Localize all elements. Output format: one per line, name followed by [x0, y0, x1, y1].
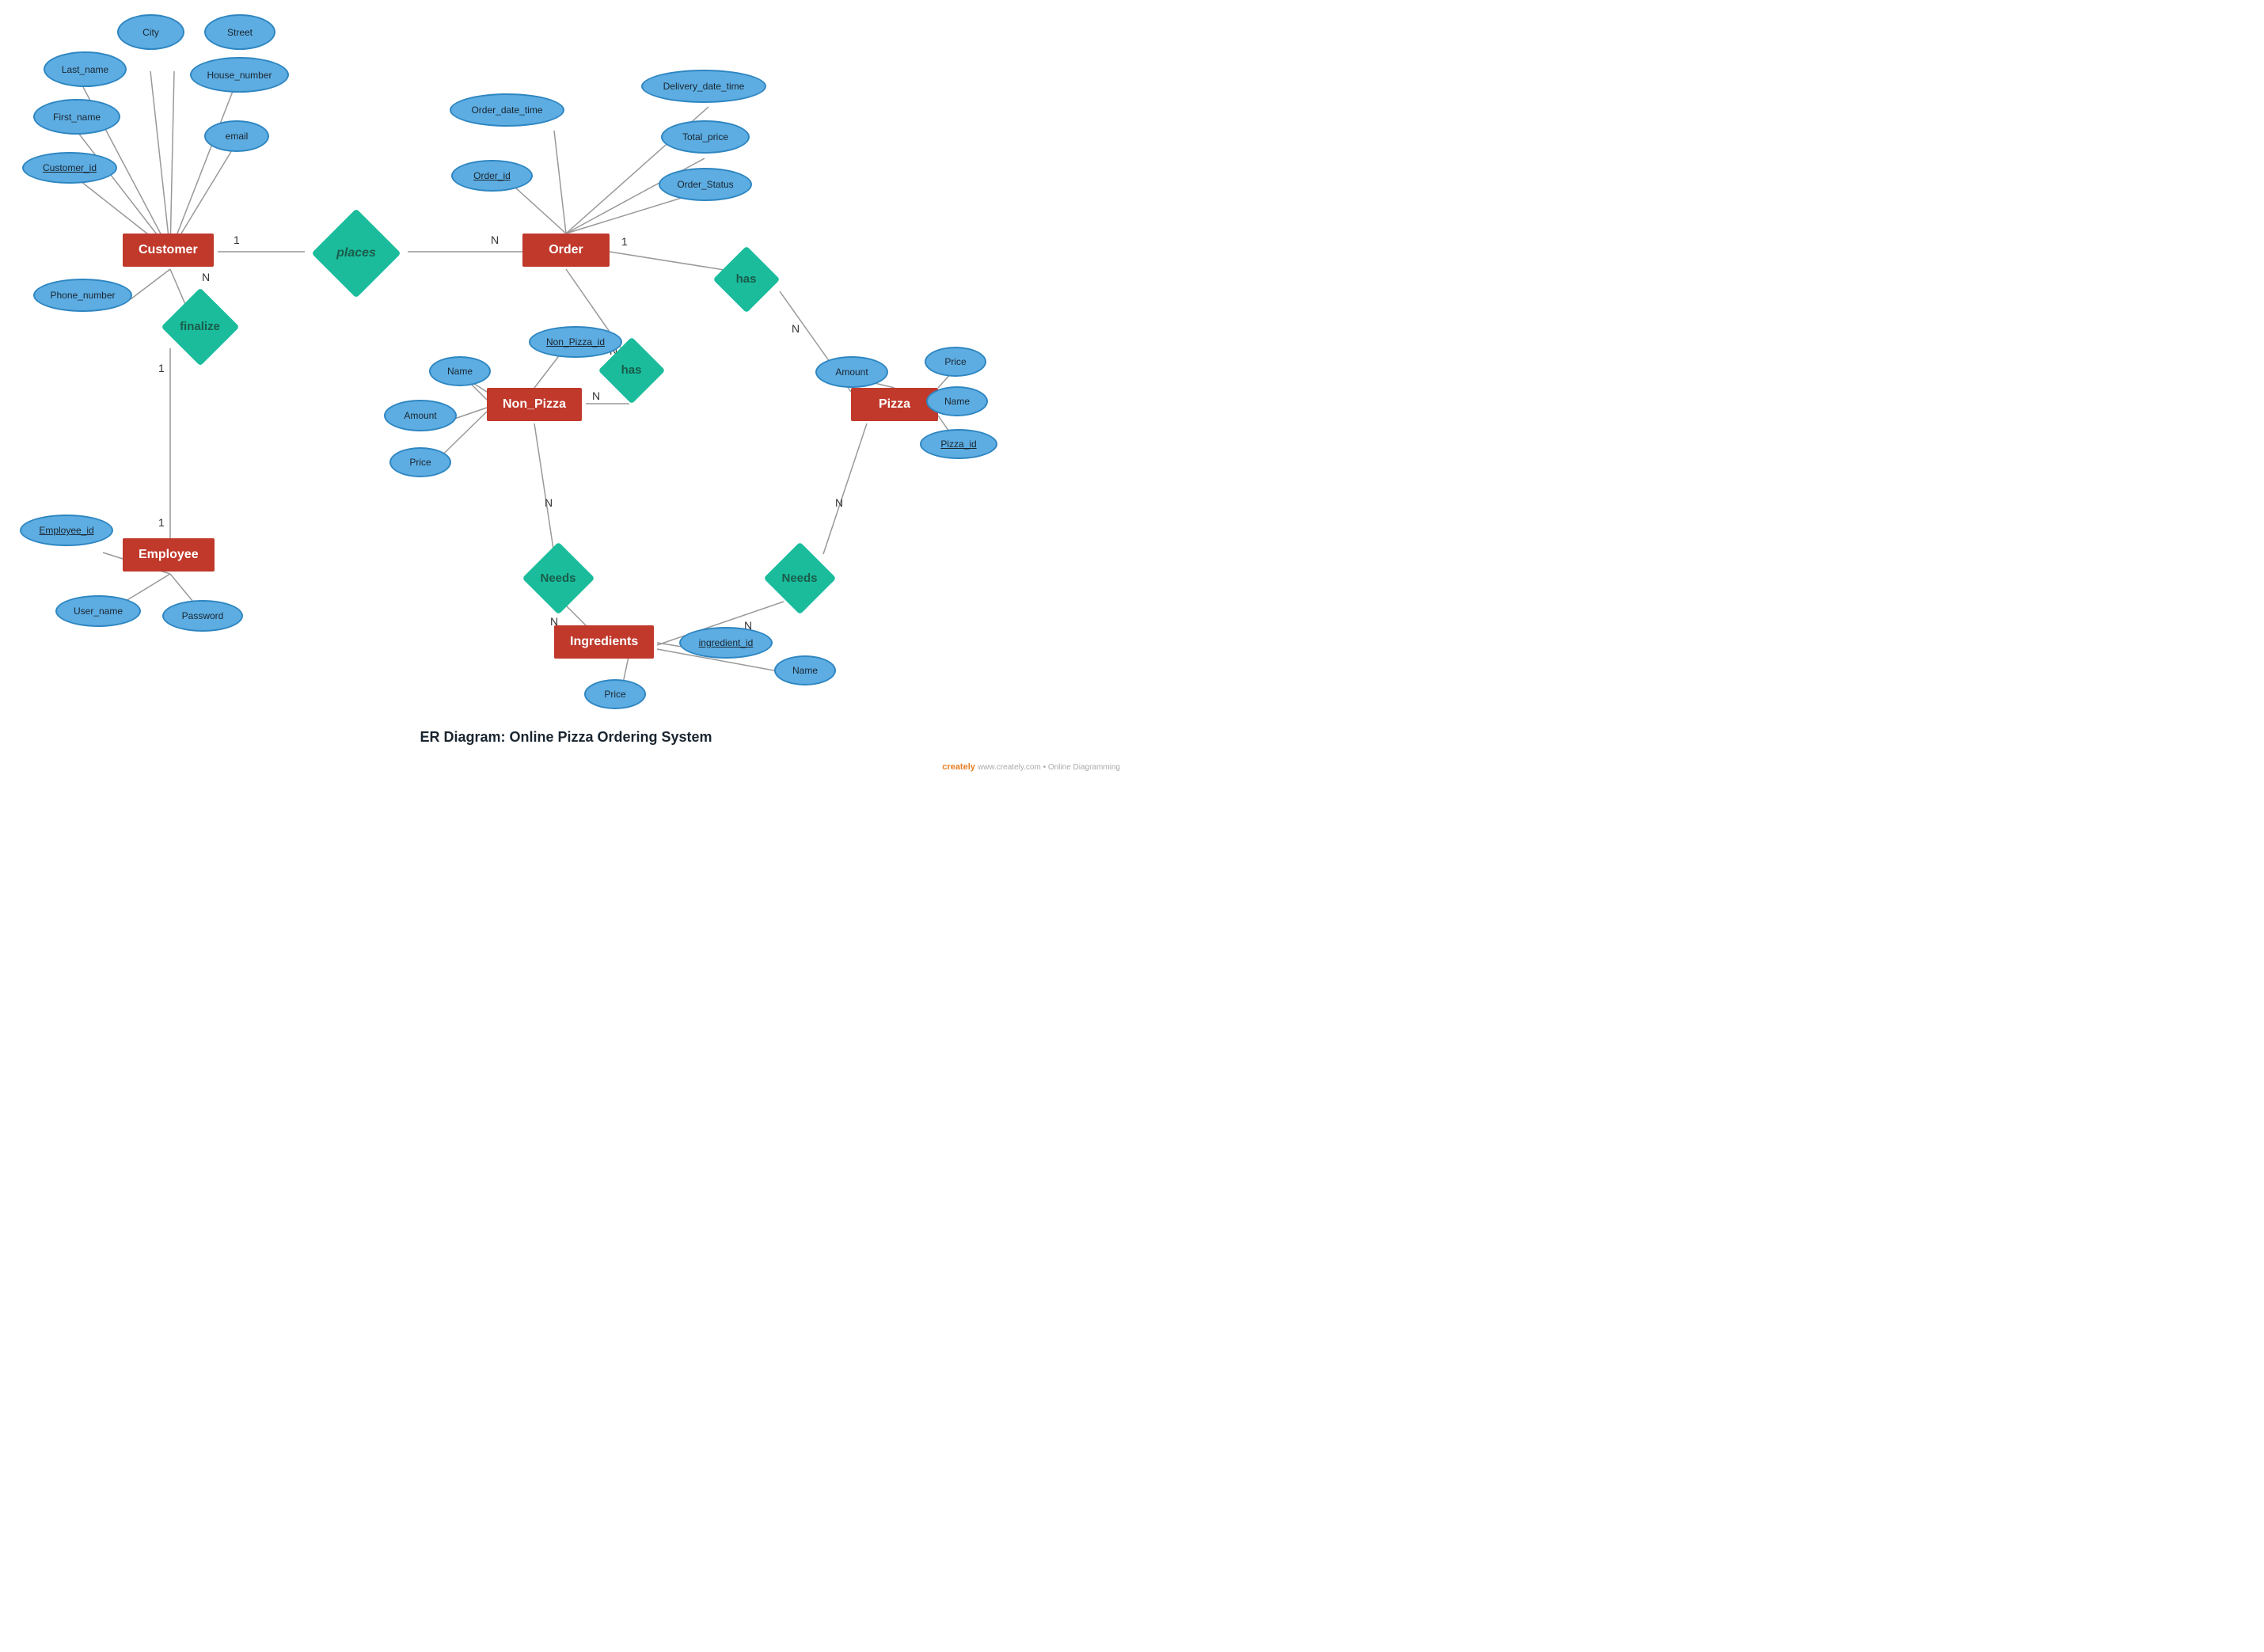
- attr-orderid: Order_id: [451, 160, 533, 192]
- attr-lastname: Last_name: [44, 51, 127, 87]
- entity-order: Order: [522, 234, 610, 267]
- attr-city: City: [117, 14, 184, 50]
- diagram-title: ER Diagram: Online Pizza Ordering System: [0, 729, 1132, 746]
- attr-price-nonpizza: Price: [389, 447, 451, 477]
- svg-text:N: N: [792, 322, 800, 335]
- attr-amount-nonpizza: Amount: [384, 400, 457, 431]
- attr-street: Street: [204, 14, 275, 50]
- attr-password: Password: [162, 600, 243, 632]
- attr-amount-pizza: Amount: [815, 356, 888, 388]
- diamond-finalize: finalize: [154, 305, 245, 348]
- attr-price-pizza: Price: [925, 347, 986, 377]
- attr-ingredientid: ingredient_id: [679, 627, 773, 659]
- attr-housenumber: House_number: [190, 57, 289, 93]
- attr-deliverydatetime: Delivery_date_time: [641, 70, 766, 103]
- entity-customer: Customer: [123, 234, 214, 267]
- attr-nonpizzaid: Non_Pizza_id: [529, 326, 622, 358]
- attr-name-nonpizza: Name: [429, 356, 491, 386]
- entity-ingredients: Ingredients: [554, 625, 654, 659]
- svg-text:1: 1: [158, 362, 165, 374]
- entity-employee: Employee: [123, 538, 215, 572]
- attr-price-ingredients: Price: [584, 679, 646, 709]
- svg-text:1: 1: [621, 235, 628, 248]
- entity-pizza: Pizza: [851, 388, 938, 421]
- attr-employeeid: Employee_id: [20, 515, 113, 546]
- diamond-has1: has: [712, 257, 780, 301]
- svg-text:N: N: [491, 234, 499, 246]
- attr-customerid: Customer_id: [22, 152, 117, 184]
- svg-text:1: 1: [158, 516, 165, 529]
- diamond-places: places: [305, 230, 408, 277]
- attr-pizzaid: Pizza_id: [920, 429, 997, 459]
- attr-email: email: [204, 120, 269, 152]
- diamond-has2: has: [598, 348, 665, 392]
- diamond-needs1: Needs: [519, 554, 598, 602]
- diamond-needs2: Needs: [760, 554, 839, 602]
- creately-logo: creately www.creately.com • Online Diagr…: [942, 762, 1120, 772]
- attr-name-pizza: Name: [926, 386, 988, 416]
- svg-text:N: N: [835, 496, 843, 509]
- svg-text:N: N: [545, 496, 553, 509]
- diagram-canvas: 1 N 1 N 1 N N 1 1 N: [0, 0, 1132, 776]
- svg-text:N: N: [202, 271, 210, 283]
- attr-username: User_name: [55, 595, 141, 627]
- svg-text:1: 1: [234, 234, 240, 246]
- attr-totalprice: Total_price: [661, 120, 750, 154]
- entity-nonpizza: Non_Pizza: [487, 388, 582, 421]
- attr-orderstatus: Order_Status: [659, 168, 752, 201]
- attr-orderdatetime: Order_date_time: [450, 93, 564, 127]
- attr-phonenumber: Phone_number: [33, 279, 132, 312]
- attr-name-ingredients: Name: [774, 655, 836, 685]
- attr-firstname: First_name: [33, 99, 120, 135]
